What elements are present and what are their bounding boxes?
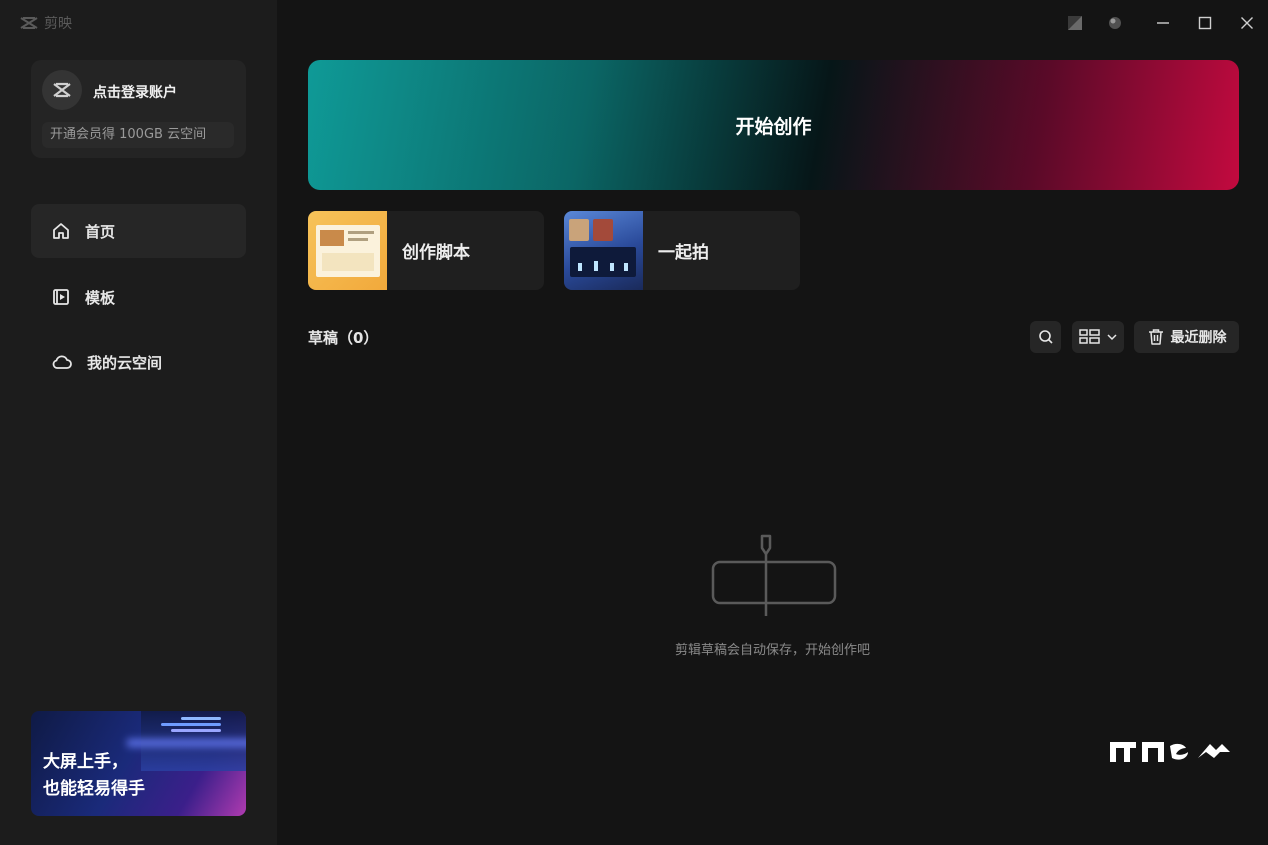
script-thumbnail bbox=[308, 211, 387, 290]
chevron-down-icon bbox=[1107, 334, 1117, 341]
promo-text: 大屏上手， 也能轻易得手 bbox=[43, 749, 145, 803]
app-window: 剪映 点击登录账户 开通会员得 100GB 云空间 首页 模板 我的云空间 大屏… bbox=[0, 0, 1268, 845]
avatar-ball-button[interactable] bbox=[1104, 12, 1126, 34]
app-logo: 剪映 bbox=[20, 13, 72, 33]
start-creating-button[interactable]: 开始创作 bbox=[308, 60, 1239, 190]
cloud-icon bbox=[52, 355, 72, 369]
recent-delete-button[interactable]: 最近删除 bbox=[1134, 321, 1239, 353]
member-promo-link[interactable]: 开通会员得 100GB 云空间 bbox=[42, 122, 234, 148]
minimize-icon bbox=[1157, 22, 1169, 24]
watermark-logo bbox=[1110, 742, 1230, 762]
capcut-avatar-icon bbox=[53, 82, 71, 98]
capcut-logo-icon bbox=[20, 17, 38, 29]
sidebar-item-home[interactable]: 首页 bbox=[31, 204, 246, 258]
login-account-link[interactable]: 点击登录账户 bbox=[93, 82, 177, 102]
start-creating-label: 开始创作 bbox=[735, 115, 812, 138]
script-card[interactable]: 创作脚本 bbox=[308, 211, 544, 290]
script-label: 创作脚本 bbox=[402, 243, 470, 263]
shoot-together-thumbnail bbox=[564, 211, 643, 290]
sidebar-item-templates[interactable]: 模板 bbox=[31, 270, 246, 324]
close-icon bbox=[1241, 17, 1253, 29]
sidebar-item-label: 首页 bbox=[85, 222, 116, 241]
search-icon bbox=[1038, 330, 1053, 344]
minimize-button[interactable] bbox=[1152, 12, 1174, 34]
close-button[interactable] bbox=[1236, 12, 1258, 34]
recent-delete-label: 最近删除 bbox=[1170, 330, 1227, 346]
home-icon bbox=[53, 223, 69, 239]
shoot-together-label: 一起拍 bbox=[658, 243, 709, 263]
view-mode-dropdown[interactable] bbox=[1072, 321, 1124, 353]
promo-line-2: 也能轻易得手 bbox=[43, 779, 145, 799]
promo-line-1: 大屏上手， bbox=[43, 752, 128, 772]
template-icon bbox=[53, 289, 69, 305]
search-button[interactable] bbox=[1030, 321, 1061, 353]
empty-drafts-icon bbox=[711, 534, 837, 616]
shoot-together-card[interactable]: 一起拍 bbox=[564, 211, 800, 290]
theme-icon-button[interactable] bbox=[1064, 12, 1086, 34]
app-name: 剪映 bbox=[44, 16, 72, 32]
trash-icon bbox=[1148, 329, 1163, 345]
sidebar-item-cloud[interactable]: 我的云空间 bbox=[31, 335, 246, 389]
promo-banner[interactable]: 大屏上手， 也能轻易得手 bbox=[31, 711, 246, 816]
drafts-title: 草稿（0） bbox=[308, 329, 379, 347]
sphere-icon bbox=[1109, 17, 1121, 29]
maximize-button[interactable] bbox=[1194, 12, 1216, 34]
dark-square-icon bbox=[1068, 16, 1082, 30]
grid-view-icon bbox=[1079, 329, 1100, 344]
sidebar-item-label: 模板 bbox=[85, 288, 116, 307]
sidebar-item-label: 我的云空间 bbox=[87, 353, 163, 372]
sidebar: 剪映 点击登录账户 开通会员得 100GB 云空间 首页 模板 我的云空间 大屏… bbox=[0, 0, 277, 845]
maximize-icon bbox=[1198, 16, 1212, 30]
avatar[interactable] bbox=[42, 70, 82, 110]
empty-drafts-message: 剪辑草稿会自动保存，开始创作吧 bbox=[674, 643, 870, 658]
account-card[interactable]: 点击登录账户 开通会员得 100GB 云空间 bbox=[31, 60, 246, 158]
